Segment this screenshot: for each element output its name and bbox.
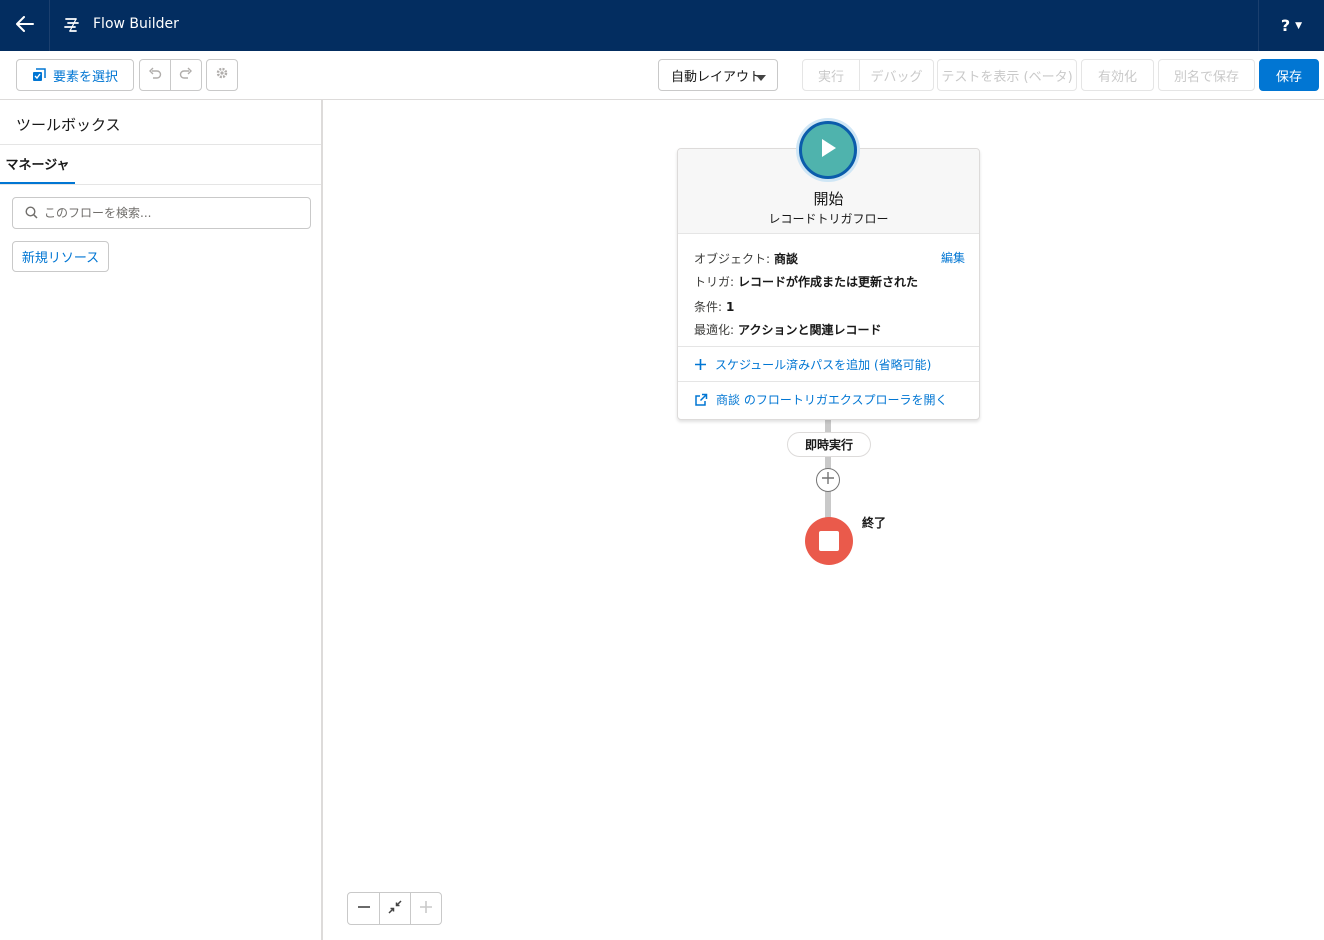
activate-label: 有効化	[1097, 69, 1137, 85]
open-trigger-explorer-label: 商談 のフロートリガエクスプローラを開く	[716, 393, 948, 407]
flow-toolbar: 要素を選択 自動レイアウト 実行 デバッグ テストを表示 (ベータ) 有効化 別…	[0, 51, 1324, 100]
zoom-out-button[interactable]	[348, 893, 379, 924]
undo-icon	[148, 66, 162, 84]
debug-label: デバッグ	[870, 69, 923, 85]
end-node-label: 終了	[862, 516, 887, 530]
divider	[0, 184, 321, 185]
zoom-controls	[347, 892, 442, 925]
open-trigger-explorer-link[interactable]: 商談 のフロートリガエクスプローラを開く	[694, 391, 947, 408]
run-immediately-label: 即時実行	[787, 432, 871, 457]
new-window-icon	[694, 393, 708, 407]
toolbox-panel: ツールボックス マネージャ 新規リソース	[0, 100, 323, 940]
run-button[interactable]: 実行	[802, 59, 860, 91]
help-icon: ?	[1280, 16, 1291, 35]
object-value: 商談	[774, 252, 799, 266]
plus-icon	[419, 900, 433, 918]
minus-icon	[357, 900, 371, 918]
save-as-button[interactable]: 別名で保存	[1158, 59, 1255, 91]
start-node-icon[interactable]	[799, 121, 857, 179]
layout-select[interactable]: 自動レイアウト	[658, 59, 778, 91]
search-icon	[25, 206, 38, 223]
redo-icon	[179, 66, 193, 84]
optimize-label: 最適化:	[694, 323, 735, 337]
view-tests-label: テストを表示 (ベータ)	[941, 69, 1073, 85]
undo-button[interactable]	[139, 59, 171, 91]
new-resource-button[interactable]: 新規リソース	[12, 241, 109, 272]
play-icon	[817, 136, 839, 164]
view-tests-button[interactable]: テストを表示 (ベータ)	[937, 59, 1077, 91]
run-label: 実行	[817, 69, 844, 85]
select-elements-label: 要素を選択	[52, 69, 118, 85]
save-label: 保存	[1275, 69, 1302, 85]
help-menu-button[interactable]: ? ▼	[1258, 0, 1324, 51]
trigger-value: レコードが作成または更新された	[738, 275, 919, 289]
select-elements-button[interactable]: 要素を選択	[16, 59, 134, 91]
object-label: オブジェクト:	[694, 252, 771, 266]
add-icon	[694, 358, 707, 371]
plus-icon	[821, 471, 835, 489]
fit-to-view-button[interactable]	[379, 893, 410, 924]
optimize-row: 最適化: アクションと関連レコード	[694, 321, 881, 338]
chevron-down-icon: ▼	[1295, 20, 1303, 31]
start-node-card[interactable]: 開始 レコードトリガフロー オブジェクト: 商談 編集 トリガ: レコードが作成また…	[677, 148, 980, 420]
start-node-title: 開始	[813, 190, 844, 208]
connector-line	[825, 491, 831, 519]
flow-icon	[62, 15, 82, 35]
optimize-value: アクションと関連レコード	[738, 323, 882, 337]
add-scheduled-path-link[interactable]: スケジュール済みパスを追加 (省略可能)	[694, 356, 931, 373]
back-button[interactable]	[0, 0, 50, 51]
redo-button[interactable]	[170, 59, 202, 91]
activate-button[interactable]: 有効化	[1081, 59, 1154, 91]
chevron-down-icon	[755, 71, 767, 86]
edit-link[interactable]: 編集	[941, 249, 965, 266]
add-scheduled-path-label: スケジュール済みパスを追加 (省略可能)	[715, 358, 932, 372]
flow-properties-button[interactable]	[206, 59, 238, 91]
new-resource-label: 新規リソース	[21, 251, 100, 266]
arrow-left-icon	[15, 15, 34, 36]
add-element-button[interactable]	[816, 468, 840, 492]
divider	[678, 381, 979, 382]
trigger-label: トリガ:	[694, 275, 735, 289]
save-button[interactable]: 保存	[1259, 59, 1319, 91]
app-header: Flow Builder ? ▼	[0, 0, 1324, 51]
search-input[interactable]	[44, 199, 304, 227]
object-row: オブジェクト: 商談	[694, 250, 798, 267]
condition-row: 条件: 1	[694, 298, 734, 315]
divider	[678, 346, 979, 347]
debug-button[interactable]: デバッグ	[859, 59, 934, 91]
gear-icon	[215, 66, 229, 84]
end-node[interactable]	[805, 517, 853, 565]
search-box	[12, 197, 311, 229]
condition-value: 1	[726, 300, 735, 314]
zoom-in-button[interactable]	[410, 893, 441, 924]
save-as-label: 別名で保存	[1173, 69, 1239, 85]
layout-select-value: 自動レイアウト	[671, 69, 763, 85]
stop-icon	[819, 531, 839, 551]
tab-manager[interactable]: マネージャ	[0, 145, 75, 185]
start-node-subtitle: レコードトリガフロー	[768, 212, 889, 226]
app-title: Flow Builder	[93, 16, 179, 32]
toolbox-title: ツールボックス	[16, 116, 121, 134]
contract-icon	[388, 899, 402, 918]
trigger-row: トリガ: レコードが作成または更新された	[694, 273, 918, 290]
multi-select-icon	[32, 68, 46, 82]
condition-label: 条件:	[694, 300, 723, 314]
flow-canvas[interactable]: 開始 レコードトリガフロー オブジェクト: 商談 編集 トリガ: レコードが作成また…	[325, 100, 1324, 940]
